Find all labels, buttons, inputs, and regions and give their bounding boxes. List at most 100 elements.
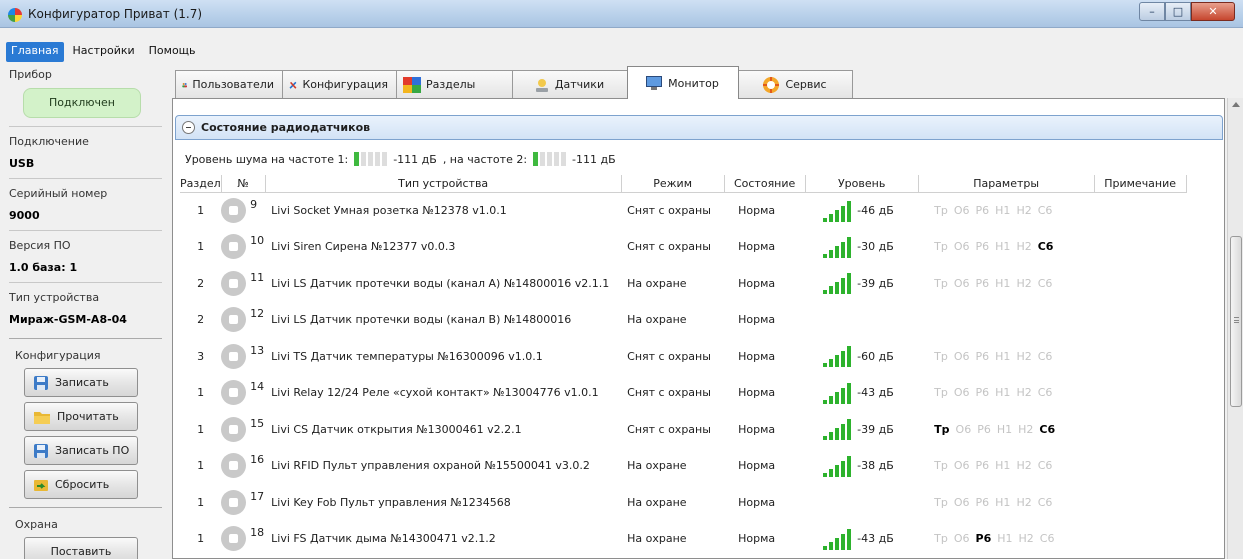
collapse-icon[interactable] [182,121,195,134]
tab-configuration[interactable]: Конфигурация [282,70,397,98]
param-flag: Тр [934,204,948,217]
tab-sensors[interactable]: Датчики [512,70,628,98]
row-number-cell: 16 [221,448,265,485]
row-number: 15 [250,416,265,430]
signal-level: -30 дБ [857,240,894,254]
row-number: 12 [250,307,265,321]
tab-users[interactable]: Пользователи [175,70,283,98]
row-note [1094,338,1186,375]
write-button[interactable]: Записать [24,368,138,397]
scrollbar-thumb[interactable] [1230,236,1242,407]
noise-value-2: -111 дБ [572,152,616,166]
door-sensor-icon [221,416,247,442]
column-header-level[interactable]: Уровень [805,175,919,193]
signal-bar [847,419,852,441]
signal-level: -39 дБ [857,276,894,290]
floppy-icon [34,443,48,458]
scroll-up-icon[interactable] [1232,102,1240,107]
maximize-button[interactable]: □ [1165,2,1191,21]
signal-level: -60 дБ [857,349,894,363]
minimize-button[interactable]: – [1139,2,1165,21]
param-flag: Тр [934,532,948,546]
menu-item-settings[interactable]: Настройки [68,42,140,62]
sections-icon [403,76,421,93]
table-row[interactable]: 1 9 Livi Socket Умная розетка №12378 v1.0.… [180,192,1186,229]
signal-bar [847,528,852,550]
tab-sections[interactable]: Разделы [396,70,513,98]
menu-item-main[interactable]: Главная [6,42,64,62]
menu-item-help[interactable]: Помощь [144,42,201,62]
param-flag: О6 [953,349,970,363]
table-header-row: Раздел № Тип устройства Режим Состояние … [180,175,1187,193]
table-row[interactable]: 1 14 Livi Relay 12/24 Реле «сухой контакт»… [180,375,1186,412]
param-flag: Р6 [977,422,991,436]
column-header-device-type[interactable]: Тип устройства [265,175,622,193]
row-level: -46 дБ [805,192,918,229]
row-note [1094,192,1186,229]
param-flag: О6 [953,276,970,290]
reset-button-label: Сбросить [55,478,110,491]
table-row[interactable]: 1 15 Livi CS Датчик открытия №13000461 v2.… [180,411,1186,448]
row-mode: Снят с охраны [627,240,711,254]
table-row[interactable]: 2 11 Livi LS Датчик протечки воды (канал А… [180,265,1186,302]
firmware-value: 1.0 база: 1 [9,261,78,274]
param-flag: Р6 [975,276,990,290]
signal-bar [841,460,846,477]
noise-label-1: Уровень шума на частоте 1: [185,152,349,166]
noise-value-1: -111 дБ [393,152,437,166]
noise-bar-1 [354,152,388,166]
param-flag: О6 [953,204,970,217]
read-button[interactable]: Прочитать [24,402,138,431]
vertical-scrollbar[interactable] [1227,98,1243,559]
param-flag: Тр [934,276,948,290]
row-params: Тр О6 Р6 Н1 Н2 С6 [918,338,1094,375]
column-header-section[interactable]: Раздел [180,175,222,193]
table-row[interactable]: 1 10 Livi Siren Сирена №12377 v0.0.3 Снят с… [180,229,1186,266]
table-row[interactable]: 1 18 Livi FS Датчик дыма №14300471 v2.1.2 Н… [180,521,1186,558]
write-firmware-button[interactable]: Записать ПО [24,436,138,465]
column-header-mode[interactable]: Режим [621,175,725,193]
column-header-params[interactable]: Параметры [918,175,1095,193]
row-section: 2 [197,276,205,290]
signal-bar [835,245,840,258]
tab-monitor[interactable]: Монитор [627,66,739,99]
row-device-type: Livi Siren Сирена №12377 v0.0.3 [271,240,456,254]
tab-configuration-label: Конфигурация [302,78,388,91]
row-number-cell: 12 [221,302,265,339]
row-level: -38 дБ [805,448,918,485]
row-number-cell: 9 [221,192,265,229]
arm-button[interactable]: Поставить [24,537,138,559]
keyfob-icon [221,489,247,515]
row-mode: На охране [627,276,687,290]
signal-bar [847,200,852,222]
tab-service[interactable]: Сервис [738,70,853,98]
table-row[interactable]: 2 12 Livi LS Датчик протечки воды (канал В… [180,302,1186,339]
signal-bar [835,464,840,477]
signal-strength-icon [823,272,852,295]
param-flag: Н2 [1016,204,1032,217]
read-button-label: Прочитать [57,410,119,423]
table-row[interactable]: 1 16 Livi RFID Пульт управления охраной №1… [180,448,1186,485]
column-header-note[interactable]: Примечание [1094,175,1187,193]
param-flag: Н1 [995,349,1011,363]
table-row[interactable]: 1 17 Livi Key Fob Пульт управления №123456… [180,484,1186,521]
reset-button[interactable]: Сбросить [24,470,138,499]
row-level: -39 дБ [805,411,918,448]
column-header-state[interactable]: Состояние [724,175,806,193]
param-flag: Н1 [995,495,1011,509]
signal-bar [829,432,834,441]
param-flag: Р6 [975,240,990,254]
param-flag: О6 [953,240,970,254]
row-device-type: Livi FS Датчик дыма №14300471 v2.1.2 [271,532,496,546]
close-button[interactable]: ✕ [1191,2,1235,21]
param-flag: Тр [934,422,950,436]
write-firmware-button-label: Записать ПО [55,444,130,457]
table-row[interactable]: 3 13 Livi TS Датчик температуры №16300096 … [180,338,1186,375]
row-number-cell: 11 [221,265,265,302]
sensors-table: Раздел № Тип устройства Режим Состояние … [180,175,1187,557]
section-header[interactable]: Состояние радиодатчиков [175,115,1223,140]
param-flag: О6 [953,495,970,509]
row-mode: Снят с охраны [627,386,711,400]
tab-service-label: Сервис [785,78,827,91]
column-header-number[interactable]: № [221,175,266,193]
